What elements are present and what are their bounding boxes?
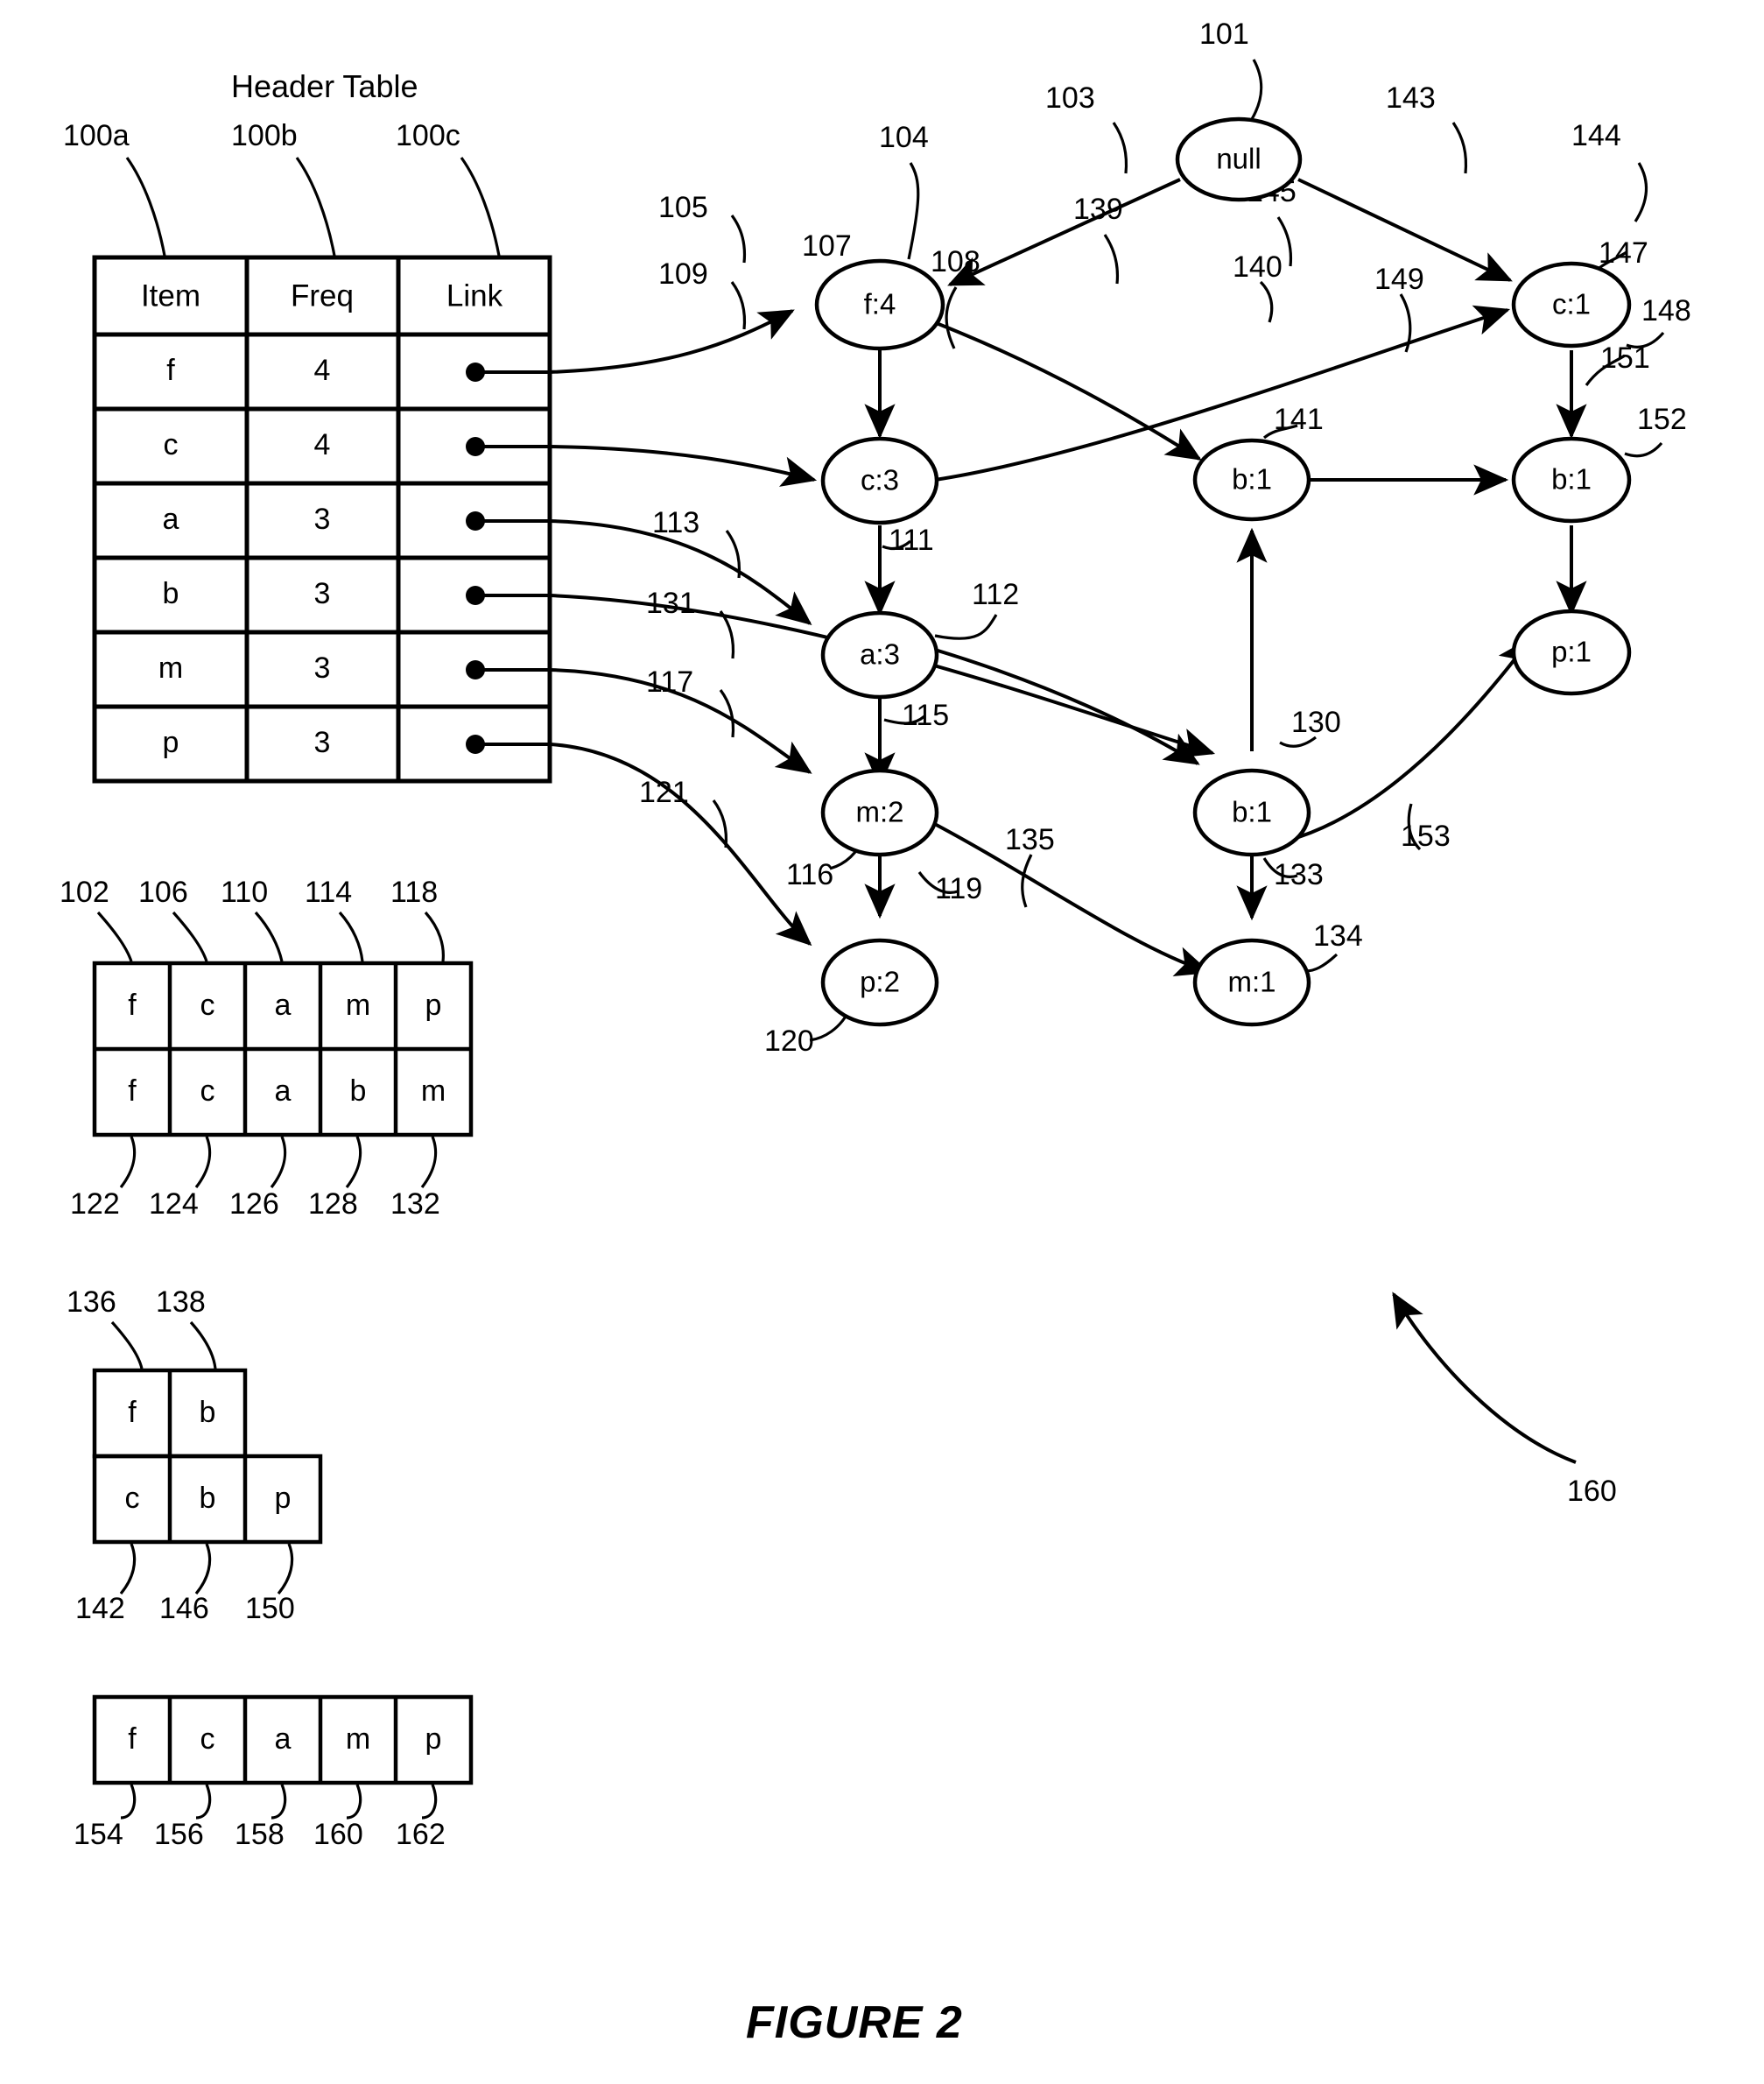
tree-node-m2: m:2 (820, 768, 939, 857)
tt1-r1-c1: c (200, 1074, 215, 1108)
tree-node-m1-label: m:1 (1227, 966, 1276, 998)
header-row-2-freq: 3 (314, 503, 331, 536)
tt2-r1-c2: p (275, 1482, 292, 1515)
tt3-r0-c1: c (200, 1722, 215, 1756)
tree-node-b1-mid-label: b:1 (1232, 796, 1272, 828)
tree-node-b1-right-label: b:1 (1551, 463, 1592, 496)
header-col-freq: Freq (291, 278, 354, 313)
tree-node-root: null (1175, 116, 1303, 202)
header-table: Item Freq Link f 4 c 4 a 3 b 3 m 3 p 3 (92, 157, 552, 784)
tt1-r1-c3: b (350, 1074, 367, 1108)
tree-edges (809, 59, 1665, 1464)
tt3-r0-c3: m (346, 1722, 370, 1756)
tree-node-p2: p:2 (820, 938, 939, 1027)
tt2-r1-c1: b (200, 1482, 216, 1515)
header-row-3-item: b (163, 577, 179, 610)
transaction-table-3: f c a m p (92, 1694, 474, 1820)
tree-node-m1: m:1 (1192, 938, 1311, 1027)
tt1-r1-c2: a (275, 1074, 292, 1108)
tree-node-f4-label: f:4 (864, 288, 896, 320)
tt3-r0-c4: p (425, 1722, 442, 1756)
header-row-1-item: c (164, 428, 179, 461)
header-row-4-freq: 3 (314, 651, 331, 685)
tt1-r0-c3: m (346, 989, 370, 1022)
tt1-r0-c0: f (128, 989, 137, 1022)
tt2-r0-c1: b (200, 1396, 216, 1429)
header-row-1-freq: 4 (314, 428, 331, 461)
tree-node-b1-mid: b:1 (1192, 768, 1311, 857)
header-row-4-item: m (158, 651, 183, 685)
header-row-3-freq: 3 (314, 577, 331, 610)
tt3-r0-c0: f (128, 1722, 137, 1756)
tree-node-p1-label: p:1 (1551, 636, 1592, 668)
tree-node-p1: p:1 (1511, 609, 1632, 696)
header-row-5-item: p (163, 726, 179, 759)
tree-node-a3-label: a:3 (860, 638, 900, 671)
tt2-r0-c0: f (128, 1396, 137, 1429)
tt1-r0-c4: p (425, 989, 442, 1022)
tt2-r1-c0: c (125, 1482, 140, 1515)
patent-figure: Header Table 100a 100b 100c 101 103 104 … (0, 0, 1764, 2084)
tree-node-a3: a:3 (820, 610, 939, 700)
header-row-0-item: f (166, 354, 175, 387)
tree-node-c3: c:3 (820, 436, 939, 525)
header-col-link: Link (446, 278, 503, 313)
tt1-r0-c2: a (275, 989, 292, 1022)
tree-node-b1-top: b:1 (1192, 438, 1311, 522)
tree-node-root-label: null (1216, 143, 1261, 175)
tree-node-b1-top-label: b:1 (1232, 463, 1272, 496)
tt1-r0-c1: c (200, 989, 215, 1022)
tree-node-c1-label: c:1 (1552, 288, 1591, 320)
tree-node-b1-right: b:1 (1511, 436, 1632, 524)
tree-node-f4: f:4 (814, 258, 945, 351)
tt3-r0-c2: a (275, 1722, 292, 1756)
transaction-table-2: f b c b p (92, 1320, 323, 1595)
header-row-0-freq: 4 (314, 354, 331, 387)
tree-node-c3-label: c:3 (861, 464, 899, 496)
transaction-table-1: f c a m p f c a b m (92, 911, 474, 1188)
tree-node-c1: c:1 (1511, 261, 1632, 349)
header-row-5-freq: 3 (314, 726, 331, 759)
tree-node-m2-label: m:2 (855, 796, 903, 828)
tree-node-p2-label: p:2 (860, 966, 900, 998)
header-row-2-item: a (163, 503, 179, 536)
header-col-item: Item (141, 278, 200, 313)
tt1-r1-c4: m (421, 1074, 446, 1108)
figure-drawing: Item Freq Link f 4 c 4 a 3 b 3 m 3 p 3 n… (92, 59, 1665, 1820)
tt1-r1-c0: f (128, 1074, 137, 1108)
